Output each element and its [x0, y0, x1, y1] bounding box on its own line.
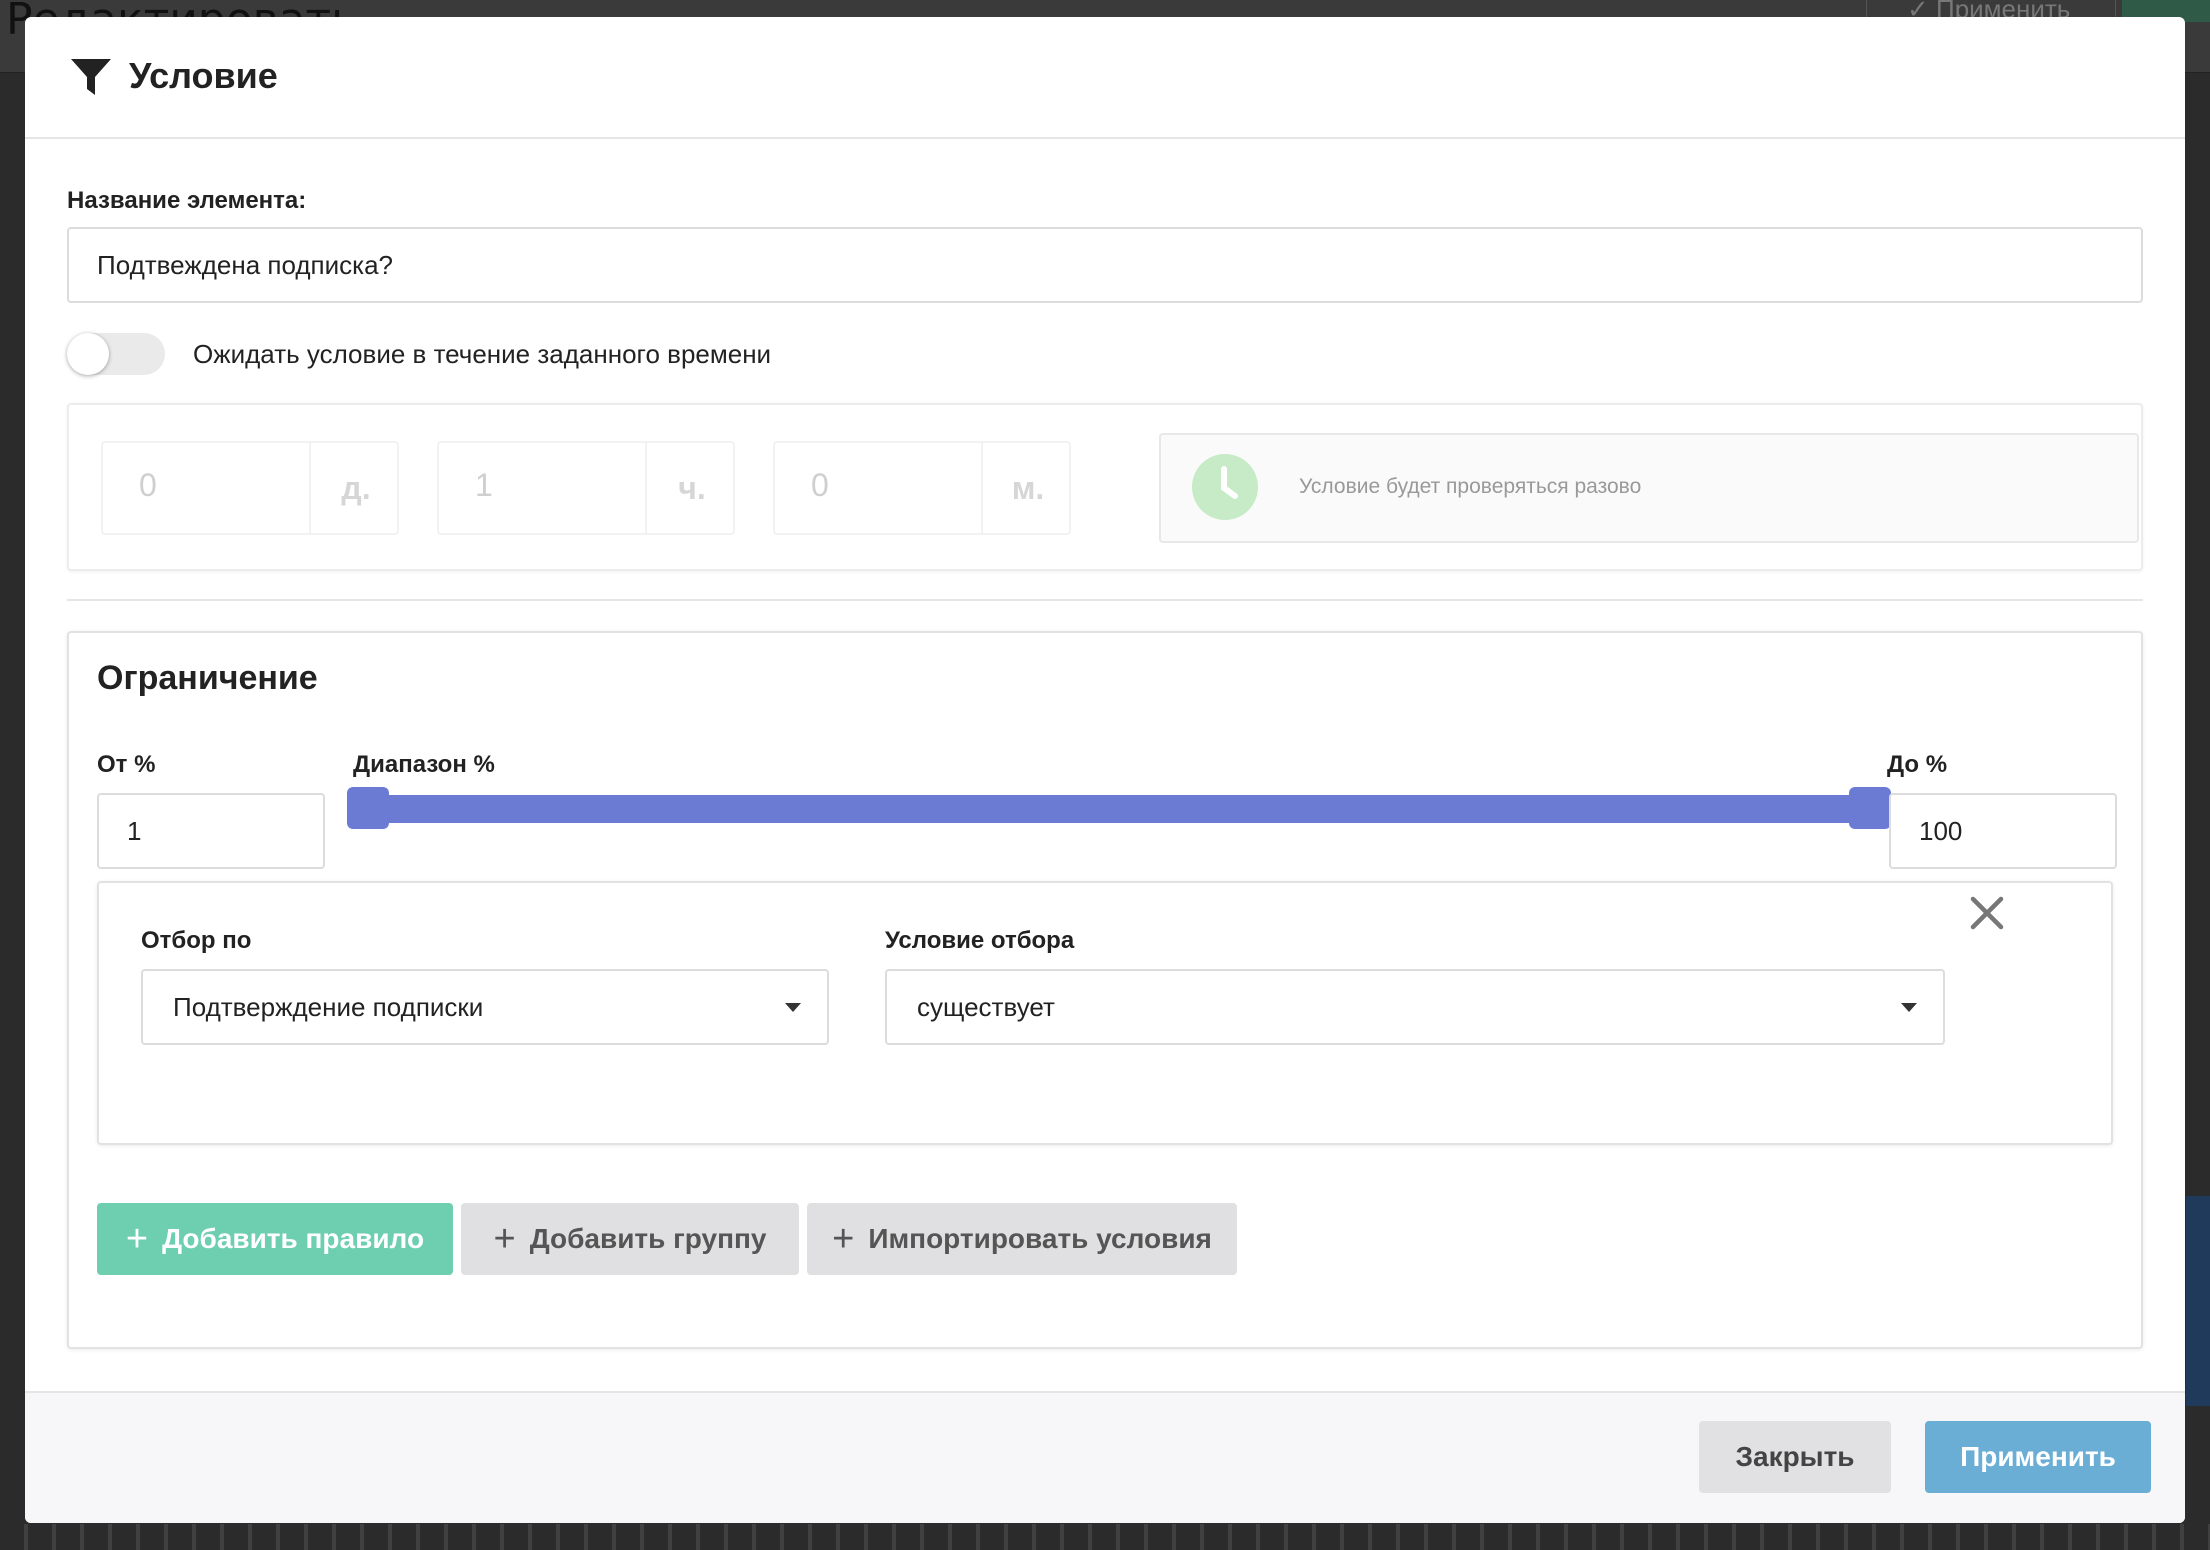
modal-header: Условие: [25, 17, 2185, 139]
close-button[interactable]: Закрыть: [1699, 1421, 1891, 1493]
import-conditions-button[interactable]: + Импортировать условия: [807, 1203, 1237, 1275]
to-percent-input[interactable]: 100: [1889, 793, 2117, 869]
minutes-unit: м.: [981, 443, 1073, 533]
from-percent-value: 1: [127, 815, 142, 846]
add-rule-button[interactable]: + Добавить правило: [97, 1203, 453, 1275]
days-field[interactable]: 0 д.: [101, 441, 399, 535]
range-slider-track[interactable]: [347, 795, 1869, 823]
condition-select[interactable]: существует: [885, 969, 1945, 1045]
rule-card: Отбор по Подтверждение подписки Условие …: [97, 881, 2113, 1145]
condition-value: существует: [917, 991, 1055, 1022]
wait-condition-toggle[interactable]: [67, 333, 165, 375]
plus-icon: +: [832, 1218, 855, 1260]
section-divider: [67, 599, 2143, 601]
to-percent-value: 100: [1919, 815, 1963, 846]
condition-modal: Условие Название элемента: Подтвеждена п…: [25, 17, 2185, 1523]
modal-footer: Закрыть Применить: [25, 1391, 2185, 1523]
add-rule-label: Добавить правило: [162, 1223, 425, 1254]
apply-button[interactable]: Применить: [1925, 1421, 2151, 1493]
filter-icon: [71, 59, 111, 95]
minutes-value: 0: [811, 467, 829, 503]
filter-by-label: Отбор по: [141, 927, 252, 954]
filter-by-select[interactable]: Подтверждение подписки: [141, 969, 829, 1045]
modal-title: Условие: [129, 55, 278, 96]
from-percent-input[interactable]: 1: [97, 793, 325, 869]
restriction-title: Ограничение: [97, 659, 318, 697]
element-name-label: Название элемента:: [67, 187, 307, 214]
toggle-knob: [67, 333, 109, 375]
minutes-field[interactable]: 0 м.: [773, 441, 1071, 535]
wait-condition-label: Ожидать условие в течение заданного врем…: [193, 339, 772, 369]
import-conditions-label: Импортировать условия: [868, 1223, 1212, 1254]
timer-info-box: Условие будет проверяться разово: [1159, 433, 2139, 543]
range-slider-max-handle[interactable]: [1849, 787, 1891, 829]
chevron-down-icon: [785, 1003, 801, 1012]
add-group-label: Добавить группу: [529, 1223, 767, 1254]
timer-panel: 0 д. 1 ч. 0 м. Условие будет проверяться…: [67, 403, 2143, 571]
close-icon[interactable]: [1969, 895, 2005, 931]
range-percent-label: Диапазон %: [353, 751, 495, 778]
to-percent-label: До %: [1887, 751, 1948, 778]
background-dotted-strip: [0, 1524, 2210, 1550]
timer-info-text: Условие будет проверяться разово: [1299, 475, 1642, 498]
element-name-value: Подтвеждена подписка?: [97, 249, 394, 280]
days-value: 0: [139, 467, 157, 503]
restriction-section: Ограничение От % Диапазон % До % 1 100 О…: [67, 631, 2143, 1349]
hours-unit: ч.: [645, 443, 737, 533]
plus-icon: +: [125, 1218, 149, 1260]
add-group-button[interactable]: + Добавить группу: [461, 1203, 799, 1275]
plus-icon: +: [493, 1218, 516, 1260]
hours-value: 1: [475, 467, 493, 503]
condition-label: Условие отбора: [885, 927, 1075, 954]
background-blue-panel: [2186, 1196, 2210, 1406]
range-slider-min-handle[interactable]: [347, 787, 389, 829]
element-name-input[interactable]: Подтвеждена подписка?: [67, 227, 2143, 303]
hours-field[interactable]: 1 ч.: [437, 441, 735, 535]
clock-icon: [1192, 454, 1258, 520]
from-percent-label: От %: [97, 751, 156, 778]
chevron-down-icon: [1901, 1003, 1917, 1012]
days-unit: д.: [309, 443, 401, 533]
filter-by-value: Подтверждение подписки: [173, 991, 484, 1022]
